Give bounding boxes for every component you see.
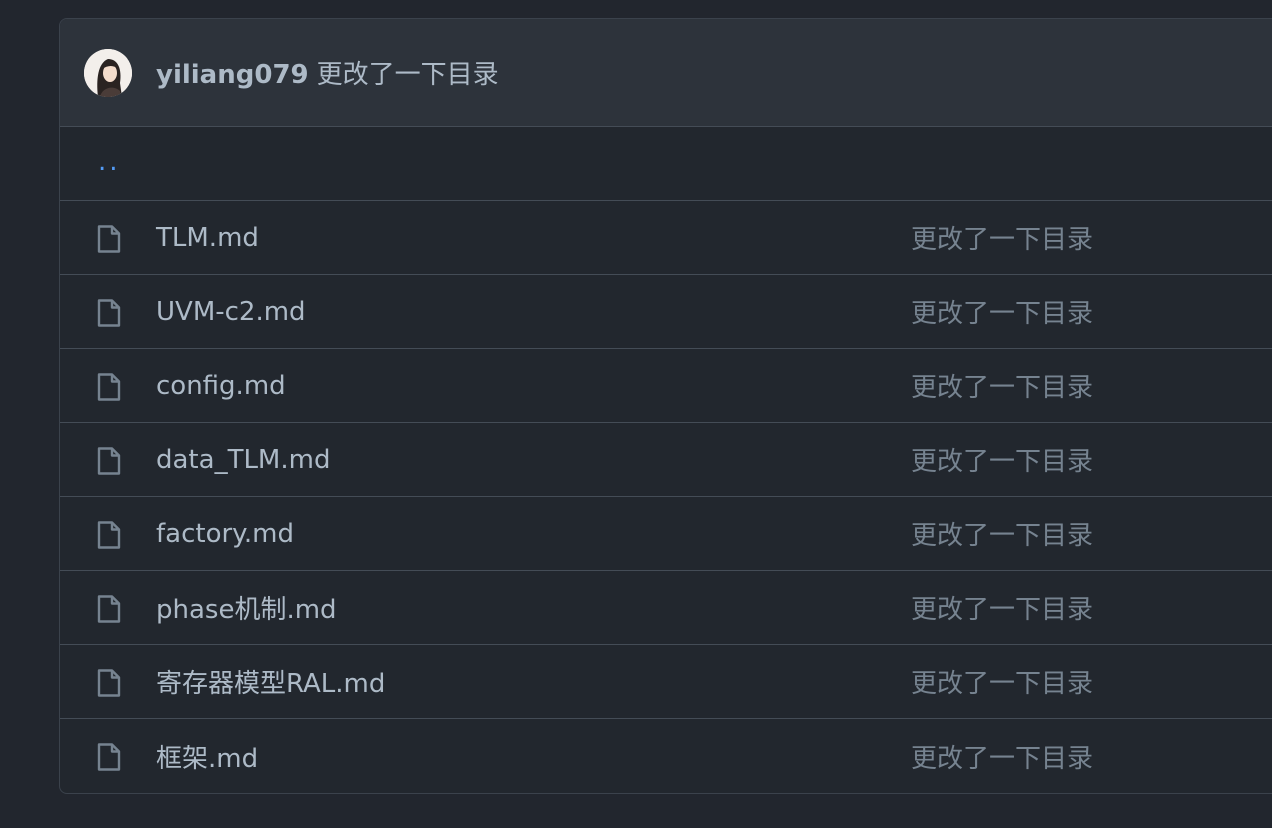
file-row[interactable]: config.md 更改了一下目录 — [60, 349, 1272, 423]
file-icon — [94, 667, 124, 699]
file-row[interactable]: phase机制.md 更改了一下目录 — [60, 571, 1272, 645]
file-commit-message-link[interactable]: 更改了一下目录 — [911, 738, 1093, 775]
file-commit-message-link[interactable]: 更改了一下目录 — [911, 293, 1093, 330]
commit-info: yiliang079 更改了一下目录 — [156, 54, 499, 91]
file-name-link[interactable]: UVM-c2.md — [156, 297, 306, 327]
file-icon — [94, 741, 124, 773]
file-browser: yiliang079 更改了一下目录 .. TLM.md 更改了一下目录 UVM-c2… — [59, 18, 1272, 794]
file-name-link[interactable]: data_TLM.md — [156, 445, 330, 475]
file-name-link[interactable]: factory.md — [156, 519, 294, 549]
file-commit-message-link[interactable]: 更改了一下目录 — [911, 663, 1093, 700]
file-icon — [94, 371, 124, 403]
file-commit-message-link[interactable]: 更改了一下目录 — [911, 367, 1093, 404]
commit-message-link[interactable]: 更改了一下目录 — [317, 60, 499, 90]
file-icon — [94, 519, 124, 551]
parent-directory-row[interactable]: .. — [60, 127, 1272, 201]
file-name-link[interactable]: phase机制.md — [156, 589, 337, 626]
commit-author-link[interactable]: yiliang079 — [156, 60, 309, 90]
file-row[interactable]: 框架.md 更改了一下目录 — [60, 719, 1272, 793]
file-name-link[interactable]: 框架.md — [156, 738, 258, 775]
file-icon — [94, 593, 124, 625]
file-name-link[interactable]: config.md — [156, 371, 286, 401]
file-name-link[interactable]: TLM.md — [156, 223, 259, 253]
latest-commit-header: yiliang079 更改了一下目录 — [60, 19, 1272, 127]
file-commit-message-link[interactable]: 更改了一下目录 — [911, 441, 1093, 478]
file-row[interactable]: data_TLM.md 更改了一下目录 — [60, 423, 1272, 497]
file-commit-message-link[interactable]: 更改了一下目录 — [911, 515, 1093, 552]
file-row[interactable]: 寄存器模型RAL.md 更改了一下目录 — [60, 645, 1272, 719]
parent-directory-link[interactable]: .. — [98, 149, 121, 175]
file-commit-message-link[interactable]: 更改了一下目录 — [911, 589, 1093, 626]
avatar-image — [84, 48, 132, 97]
avatar[interactable] — [84, 48, 132, 97]
file-icon — [94, 445, 124, 477]
file-icon — [94, 223, 124, 255]
file-row[interactable]: TLM.md 更改了一下目录 — [60, 201, 1272, 275]
file-row[interactable]: UVM-c2.md 更改了一下目录 — [60, 275, 1272, 349]
file-icon — [94, 297, 124, 329]
file-commit-message-link[interactable]: 更改了一下目录 — [911, 219, 1093, 256]
file-row[interactable]: factory.md 更改了一下目录 — [60, 497, 1272, 571]
file-name-link[interactable]: 寄存器模型RAL.md — [156, 663, 385, 700]
